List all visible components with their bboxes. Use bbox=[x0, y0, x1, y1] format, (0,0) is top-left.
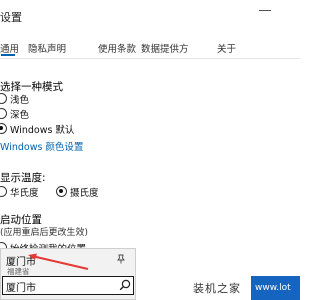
celsius-label: 摄氏度 bbox=[70, 188, 99, 199]
mode-dark-label: 深色 bbox=[10, 110, 30, 121]
tab-terms[interactable]: 使用条款 bbox=[98, 41, 136, 55]
celsius-radio[interactable] bbox=[56, 186, 67, 197]
mode-default-radio[interactable] bbox=[0, 123, 7, 134]
title-bar: 设置 bbox=[0, 0, 300, 38]
search-input-value: 厦门市 bbox=[6, 283, 36, 294]
tab-about[interactable]: 关于 bbox=[217, 41, 236, 55]
window-title: 设置 bbox=[0, 11, 22, 24]
mode-default-label: Windows 默认 bbox=[10, 125, 75, 136]
mode-light-label: 浅色 bbox=[10, 95, 30, 106]
tab-data-providers[interactable]: 数据提供方 bbox=[141, 41, 189, 55]
tab-privacy[interactable]: 隐私声明 bbox=[28, 41, 66, 55]
watermark: 装机之家 www.lot bbox=[193, 276, 300, 300]
search-icon[interactable] bbox=[119, 279, 131, 291]
mode-dark-radio[interactable] bbox=[0, 108, 7, 119]
tab-general[interactable]: 通用 bbox=[0, 41, 19, 55]
temperature-section-title: 显示温度: bbox=[0, 172, 46, 184]
annotation-arrow bbox=[28, 253, 89, 270]
fahrenheit-label: 华氏度 bbox=[10, 188, 39, 199]
mode-light-radio[interactable] bbox=[0, 93, 7, 104]
pin-icon[interactable] bbox=[116, 254, 126, 264]
tab-divider bbox=[0, 58, 300, 59]
fahrenheit-radio[interactable] bbox=[0, 186, 7, 197]
watermark-badge: www.lot bbox=[251, 276, 300, 300]
watermark-text: 装机之家 bbox=[193, 282, 241, 295]
tab-bar: 通用 隐私声明 使用条款 数据提供方 关于 bbox=[0, 40, 300, 56]
location-search-input[interactable]: 厦门市 bbox=[2, 276, 134, 295]
windows-color-settings-link[interactable]: Windows 颜色设置 bbox=[0, 139, 83, 153]
startup-location-note: (应用重启后更改生效) bbox=[0, 228, 89, 238]
minimize-button[interactable] bbox=[259, 10, 271, 11]
active-tab-indicator bbox=[1, 54, 15, 56]
